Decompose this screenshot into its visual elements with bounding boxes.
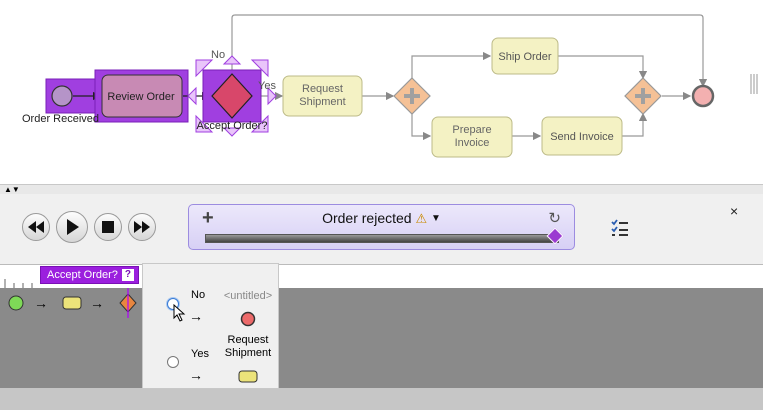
request-shipment-label-box: Request Shipment	[299, 83, 346, 108]
option-no-label: No	[191, 289, 206, 301]
prepare-invoice-label: Prepare Invoice	[452, 124, 492, 149]
flow-to-ship[interactable]	[411, 51, 492, 78]
send-invoice-label: Send Invoice	[550, 131, 614, 143]
fast-forward-icon	[134, 221, 150, 233]
stop-button[interactable]	[94, 213, 122, 241]
flow-to-prepare[interactable]	[411, 114, 432, 141]
timeline-track: → →	[0, 288, 763, 388]
option-no-arrow-icon: →	[189, 308, 203, 324]
accept-order-label: Accept Order?	[197, 120, 268, 132]
end-event[interactable]	[691, 84, 715, 108]
request-shipment-label: Request Shipment	[299, 83, 346, 108]
start-event[interactable]	[51, 85, 73, 107]
no-target-label: <untitled>	[223, 290, 273, 302]
order-received-label: Order Received	[22, 113, 99, 125]
prepare-invoice-label-box: Prepare Invoice	[452, 124, 492, 149]
timeline-bottom-bar	[0, 388, 763, 410]
timeline-panel: Accept Order? ? → → No → <untitled> Yes …	[0, 260, 763, 410]
diagram-canvas[interactable]: Order Received Review Order Accept Order…	[0, 0, 763, 185]
flow-ship-join[interactable]	[558, 55, 648, 80]
play-button[interactable]	[56, 211, 88, 243]
flow-yes-label: Yes	[258, 80, 276, 92]
flow-no-label: No	[211, 49, 225, 61]
timeline-arrow-2: →	[90, 295, 104, 311]
review-order-label: Review Order	[107, 91, 175, 103]
timeline-arrow-1: →	[34, 295, 48, 311]
play-icon	[67, 219, 79, 235]
checklist-icon[interactable]	[610, 218, 630, 243]
option-yes-radio[interactable]	[167, 356, 179, 368]
dropdown-arrow-icon[interactable]: ▼	[431, 213, 441, 224]
close-button[interactable]: ×	[730, 203, 738, 219]
timeline-review-task[interactable]	[62, 296, 82, 310]
fast-forward-button[interactable]	[128, 213, 156, 241]
help-icon[interactable]: ?	[121, 269, 134, 281]
simulation-controls: + Order rejected ⚠ ▼ ↻ ×	[0, 194, 763, 260]
rewind-icon	[28, 221, 44, 233]
current-step-badge[interactable]: Accept Order? ?	[40, 266, 139, 284]
simulation-title: Order rejected	[322, 210, 412, 226]
collapse-arrows-icon[interactable]: ▲▼	[4, 185, 20, 194]
mouse-cursor-icon	[173, 304, 186, 322]
gateway-choice-popup: No → <untitled> Yes → Request Shipment	[142, 263, 279, 389]
simulation-panel: + Order rejected ⚠ ▼ ↻	[188, 204, 575, 250]
bpmn-diagram: Order Received Review Order Accept Order…	[22, 14, 758, 158]
option-yes-label: Yes	[191, 348, 209, 360]
option-yes-arrow-icon: →	[189, 367, 203, 383]
split-gateway[interactable]	[393, 77, 431, 115]
simulation-progress-track[interactable]	[205, 234, 559, 243]
current-step-label: Accept Order?	[47, 269, 118, 281]
vertical-scroll-grip[interactable]	[750, 74, 758, 94]
no-target-end-event	[240, 311, 256, 327]
flow-send-join[interactable]	[622, 112, 648, 137]
timeline-start-event[interactable]	[8, 295, 24, 311]
yes-target-label: Request Shipment	[224, 334, 272, 359]
refresh-icon[interactable]: ↻	[548, 209, 561, 227]
stop-icon	[102, 221, 114, 233]
join-gateway[interactable]	[624, 77, 662, 115]
warning-icon: ⚠	[415, 211, 428, 226]
simulation-title-row[interactable]: Order rejected ⚠ ▼	[189, 210, 574, 227]
ship-order-label: Ship Order	[498, 51, 552, 63]
yes-target-task	[238, 370, 258, 383]
rewind-button[interactable]	[22, 213, 50, 241]
